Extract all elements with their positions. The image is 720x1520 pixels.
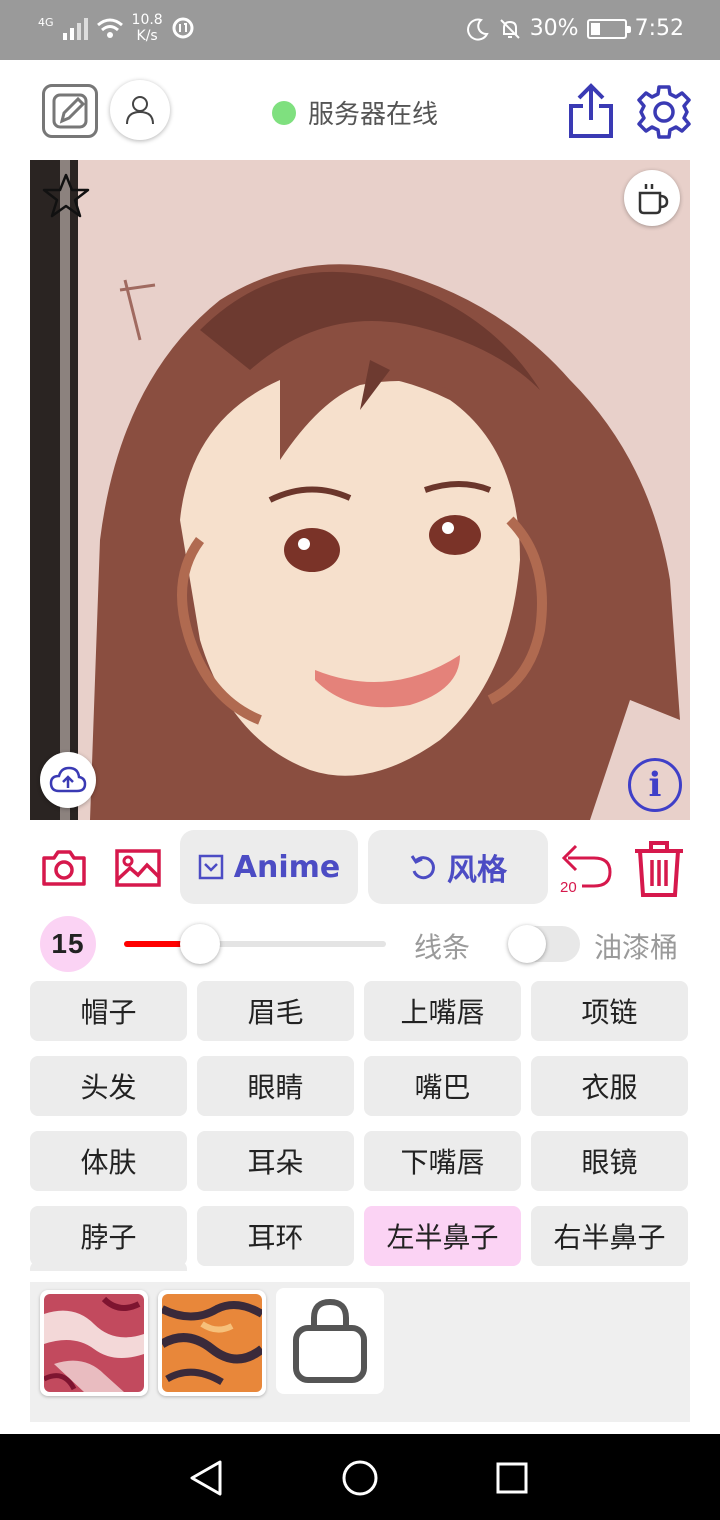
texture-tray	[30, 1282, 690, 1422]
texture-shop-button[interactable]	[276, 1288, 384, 1394]
texture-orange-swatch[interactable]	[158, 1290, 266, 1396]
battery-icon	[586, 18, 631, 39]
share-button[interactable]	[566, 82, 616, 140]
data-saver-icon	[172, 17, 194, 39]
camera-button[interactable]	[40, 844, 88, 892]
home-button[interactable]	[338, 1456, 382, 1500]
anime-portrait	[30, 160, 690, 820]
profile-icon	[126, 96, 154, 125]
brush-size-slider[interactable]	[124, 941, 386, 947]
app-header: 服务器在线	[0, 60, 720, 160]
profile-button[interactable]	[110, 80, 170, 140]
part-chip[interactable]: 衣服	[531, 1056, 688, 1116]
favorite-button[interactable]	[42, 172, 90, 220]
recents-button[interactable]	[490, 1456, 534, 1500]
home-icon	[342, 1460, 378, 1496]
part-chip[interactable]: 项链	[531, 981, 688, 1041]
network-type: 4G	[38, 15, 54, 29]
signal-icon	[62, 18, 88, 40]
settings-button[interactable]	[636, 84, 692, 140]
paint-bucket-toggle[interactable]	[508, 925, 580, 963]
edit-toolbar: Anime 风格 20	[0, 830, 720, 906]
star-icon	[42, 173, 90, 218]
battery-level	[590, 22, 601, 35]
drawing-canvas[interactable]: i	[30, 160, 690, 820]
server-status: 服务器在线	[272, 94, 438, 131]
part-chip[interactable]: 右半鼻子	[531, 1206, 688, 1266]
server-status-label: 服务器在线	[308, 100, 439, 130]
part-chip[interactable]: 脖子	[30, 1206, 187, 1266]
part-chip[interactable]: 耳朵	[197, 1131, 354, 1191]
part-chip[interactable]: 嘴巴	[364, 1056, 521, 1116]
image-icon	[115, 849, 161, 887]
checkbox-icon	[198, 854, 224, 880]
delete-button[interactable]	[632, 840, 686, 898]
back-button[interactable]	[184, 1456, 228, 1500]
recents-icon	[496, 1462, 528, 1494]
undo-button[interactable]: 20	[558, 840, 616, 896]
info-icon: i	[648, 765, 662, 805]
edit-button[interactable]	[42, 84, 98, 138]
part-chip[interactable]: 上嘴唇	[364, 981, 521, 1041]
trash-icon	[635, 841, 683, 897]
part-chip[interactable]: 耳环	[197, 1206, 354, 1266]
paint-bucket-label: 油漆桶	[594, 931, 679, 964]
undo-count: 20	[560, 879, 577, 896]
system-nav-bar	[0, 1434, 720, 1520]
camera-icon	[42, 850, 86, 886]
texture-orange-image	[162, 1294, 262, 1392]
part-chip[interactable]: 眉毛	[197, 981, 354, 1041]
part-chip[interactable]: 帽子	[30, 981, 187, 1041]
status-right: 30% 7:52	[466, 16, 684, 41]
status-left: 4G 10.8 K/s	[38, 12, 195, 44]
bell-off-icon	[499, 18, 520, 39]
part-chip[interactable]: 眼镜	[531, 1131, 688, 1191]
slider-thumb[interactable]	[179, 924, 220, 964]
texture-red-image	[44, 1294, 144, 1392]
rotate-left-icon	[410, 855, 435, 880]
toggle-knob	[508, 925, 546, 963]
status-dot	[272, 100, 296, 125]
part-chip[interactable]: 头发	[30, 1056, 187, 1116]
brush-size-badge: 15	[40, 916, 96, 972]
network-speed: 10.8 K/s	[132, 12, 163, 44]
edit-icon	[52, 93, 88, 129]
anime-label: Anime	[233, 849, 341, 885]
part-chip[interactable]: 眼睛	[197, 1056, 354, 1116]
speed-unit: K/s	[136, 28, 158, 44]
speed-value: 10.8	[131, 12, 163, 28]
parts-grid: 帽子 眉毛 上嘴唇 项链头发 眼睛 嘴巴 衣服体肤 耳朵 下嘴唇 眼镜脖子 耳环 左半鼻子 右半鼻子	[30, 981, 690, 1271]
texture-red-swatch[interactable]	[40, 1290, 148, 1396]
battery-percent: 30%	[529, 16, 579, 41]
part-chip[interactable]: 体肤	[30, 1131, 187, 1191]
part-chip[interactable]: 下嘴唇	[364, 1131, 521, 1191]
line-mode-label: 线条	[414, 931, 471, 964]
style-button[interactable]: 风格	[368, 830, 548, 904]
wifi-icon	[96, 18, 123, 38]
moon-icon	[466, 18, 489, 41]
upload-button[interactable]	[40, 752, 96, 808]
parts-grid-overflow	[30, 1261, 187, 1271]
brush-controls: 15 线条 油漆桶	[0, 912, 720, 976]
style-label: 风格	[447, 853, 507, 888]
clock: 7:52	[634, 16, 684, 41]
shopping-bag-icon	[293, 1298, 367, 1383]
anime-mode-button[interactable]: Anime	[180, 830, 358, 904]
back-icon	[190, 1460, 222, 1496]
part-chip[interactable]: 左半鼻子	[364, 1206, 521, 1266]
donate-button[interactable]	[624, 170, 680, 226]
info-button[interactable]: i	[628, 758, 682, 812]
coffee-icon	[638, 184, 669, 215]
share-icon	[569, 83, 613, 138]
cloud-upload-icon	[49, 766, 87, 793]
gallery-button[interactable]	[114, 844, 162, 892]
settings-icon	[637, 85, 691, 139]
status-bar: 4G 10.8 K/s 30% 7:52	[0, 0, 720, 60]
